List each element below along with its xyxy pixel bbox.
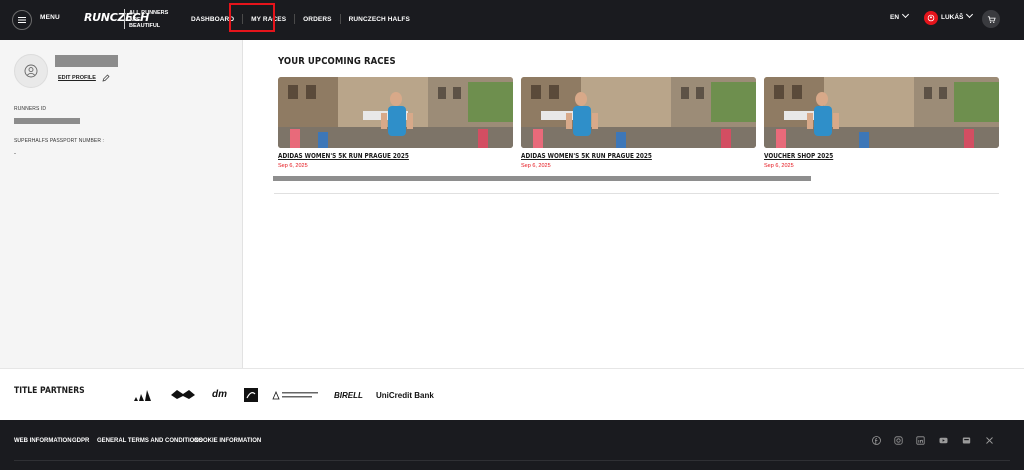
race-title[interactable]: ADIDAS WOMEN'S 5K RUN PRAGUE 2025 [521, 152, 714, 160]
edit-profile-link[interactable]: EDIT PROFILE [58, 74, 110, 82]
edit-profile-label: EDIT PROFILE [58, 75, 96, 81]
redacted-runners-id [14, 118, 80, 124]
passport-label: SUPERHALFS PASSPORT NUMBER : [14, 138, 105, 144]
redacted-name [55, 55, 118, 67]
eagle-logo[interactable] [170, 388, 196, 401]
linkedin-icon[interactable] [916, 436, 925, 445]
dm-logo[interactable]: dm [212, 389, 227, 400]
main-nav: DASHBOARD MY RACES ORDERS RUNCZECH HALFS [191, 14, 410, 24]
nav-dashboard[interactable]: DASHBOARD [191, 16, 234, 23]
cart-button[interactable] [982, 10, 1000, 28]
chevron-down-icon [966, 10, 974, 19]
footer-divider [14, 460, 1010, 461]
nav-orders[interactable]: ORDERS [303, 16, 331, 23]
menu-label[interactable]: MENU [40, 14, 60, 21]
race-date: Sep 6, 2025 [278, 163, 308, 169]
top-navigation-bar: MENU RUNCZECH ALL RUNNERS ARE BEAUTIFUL … [0, 0, 1024, 40]
footer-link-cookies[interactable]: COOKIE INFORMATION [194, 438, 261, 444]
race-image[interactable] [278, 77, 513, 148]
generali-logo[interactable] [272, 389, 320, 401]
menu-button[interactable] [12, 10, 32, 30]
horizontal-scrollbar[interactable] [273, 176, 811, 181]
race-image[interactable] [521, 77, 756, 148]
active-nav-highlight [229, 3, 275, 32]
race-photo [764, 77, 999, 148]
footer-link-web-information[interactable]: WEB INFORMATION [14, 438, 72, 444]
adidas-logo[interactable] [133, 389, 153, 402]
user-name: LUKÁŠ [941, 14, 964, 21]
partners-section: TITLE PARTNERS dm BIRELL UniCredit Bank [0, 368, 1024, 420]
user-icon [927, 14, 935, 22]
profile-avatar[interactable] [14, 54, 48, 88]
race-card[interactable]: VOUCHER SHOP 2025 Sep 6, 2025 [764, 77, 999, 169]
race-title[interactable]: VOUCHER SHOP 2025 [764, 152, 957, 160]
footer-link-gdpr[interactable]: GDPR [72, 438, 89, 444]
race-image[interactable] [764, 77, 999, 148]
passport-value: - [14, 151, 16, 157]
logo-tagline: ALL RUNNERS ARE BEAUTIFUL [129, 10, 169, 29]
race-card[interactable]: ADIDAS WOMEN'S 5K RUN PRAGUE 2025 Sep 6,… [278, 77, 513, 169]
orlen-logo[interactable] [244, 388, 258, 402]
user-avatar[interactable] [924, 11, 938, 25]
nav-separator [294, 14, 296, 24]
race-date: Sep 6, 2025 [764, 163, 794, 169]
pencil-icon [102, 74, 110, 82]
partners-title: TITLE PARTNERS [14, 386, 85, 396]
language-label: EN [890, 14, 900, 21]
user-menu[interactable]: LUKÁŠ [941, 10, 974, 21]
x-icon[interactable] [985, 436, 994, 445]
race-title[interactable]: ADIDAS WOMEN'S 5K RUN PRAGUE 2025 [278, 152, 471, 160]
race-date: Sep 6, 2025 [521, 163, 551, 169]
nav-runczech-halfs[interactable]: RUNCZECH HALFS [349, 16, 410, 23]
youtube-icon[interactable] [939, 436, 948, 445]
instagram-icon[interactable] [894, 436, 903, 445]
strava-icon[interactable] [962, 436, 971, 445]
language-selector[interactable]: EN [890, 10, 910, 21]
footer: WEB INFORMATION GDPR GENERAL TERMS AND C… [0, 420, 1024, 470]
profile-sidebar: EDIT PROFILE RUNNERS ID SUPERHALFS PASSP… [0, 40, 243, 368]
nav-separator [339, 14, 341, 24]
race-card[interactable]: ADIDAS WOMEN'S 5K RUN PRAGUE 2025 Sep 6,… [521, 77, 756, 169]
race-photo [521, 77, 756, 148]
logo-divider [124, 9, 125, 29]
birell-logo[interactable]: BIRELL [334, 391, 363, 400]
facebook-icon[interactable] [872, 436, 881, 445]
cart-icon [987, 15, 996, 23]
unicredit-logo[interactable]: UniCredit Bank [376, 391, 434, 400]
chevron-down-icon [901, 10, 910, 19]
user-icon [24, 64, 38, 78]
footer-link-terms[interactable]: GENERAL TERMS AND CONDITIONS [97, 438, 203, 444]
hamburger-icon [18, 17, 26, 23]
section-divider [274, 193, 999, 194]
race-photo [278, 77, 513, 148]
runners-id-label: RUNNERS ID [14, 106, 47, 112]
page-title: YOUR UPCOMING RACES [278, 56, 396, 67]
